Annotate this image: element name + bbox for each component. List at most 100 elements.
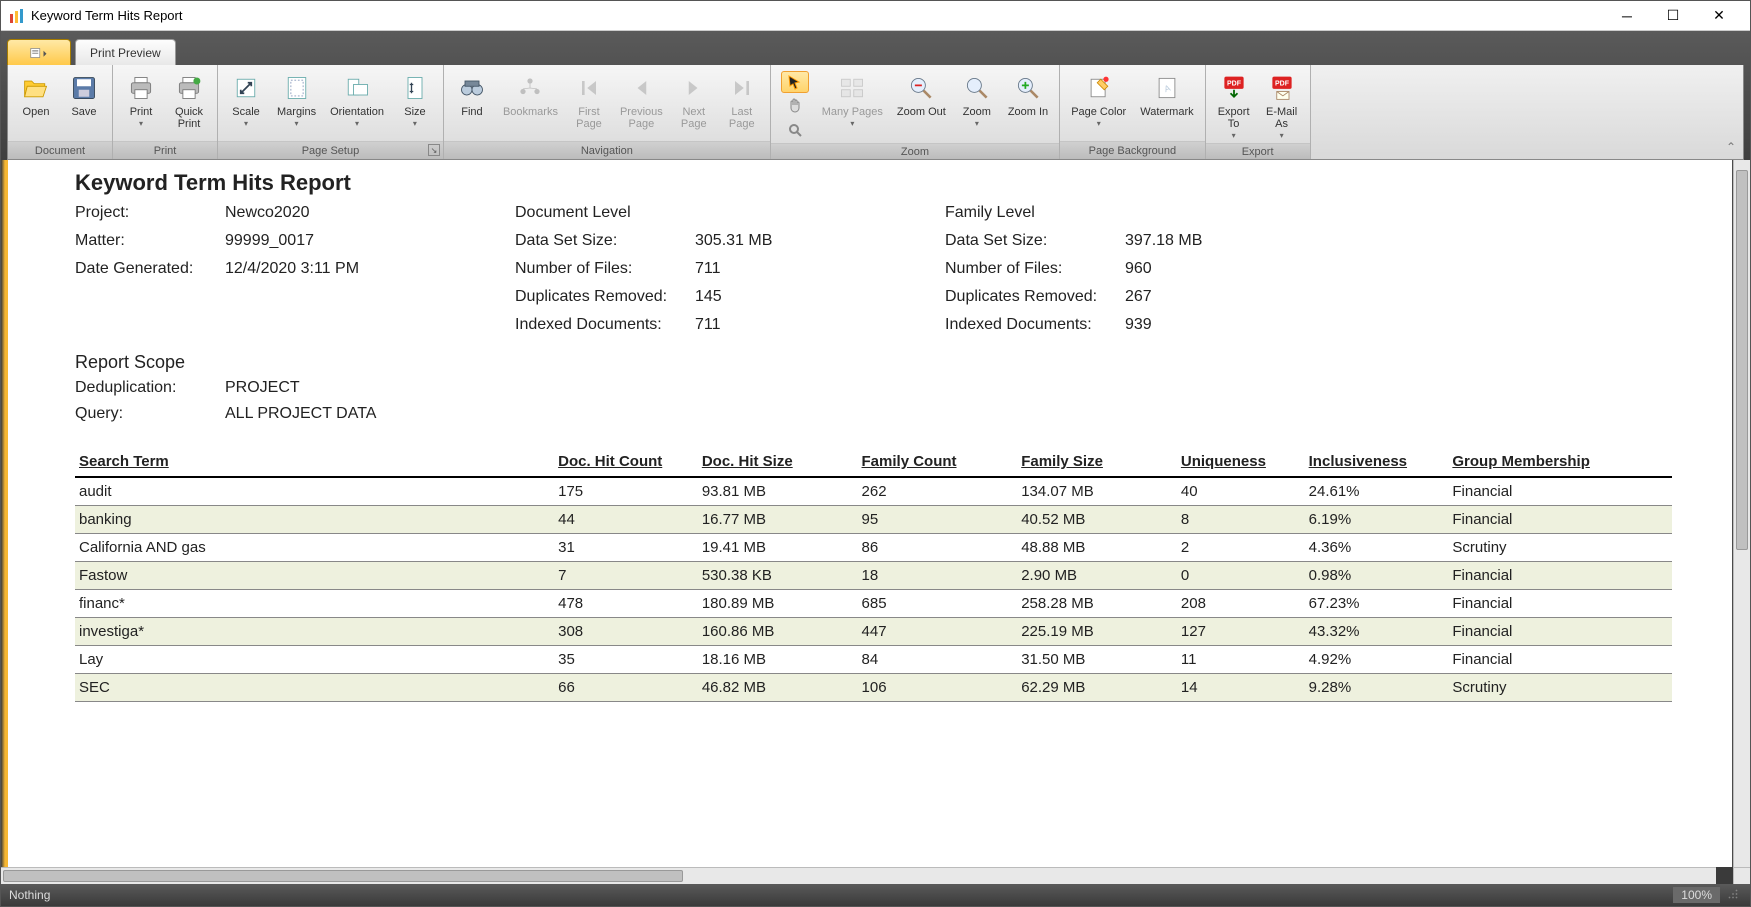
pointer-tool-button[interactable] (781, 71, 809, 93)
group-label-page-setup: Page Setup↘ (218, 141, 443, 159)
save-button[interactable]: Save (62, 69, 106, 121)
many-pages-button[interactable]: Many Pages▾ (817, 69, 888, 131)
table-cell: 35 (554, 646, 698, 674)
table-cell: Financial (1448, 477, 1672, 506)
table-cell: 19.41 MB (698, 534, 858, 562)
doc-dup-value: 145 (695, 288, 855, 306)
table-cell: 9.28% (1305, 674, 1449, 702)
first-page-button[interactable]: First Page (567, 69, 611, 133)
table-cell: 31.50 MB (1017, 646, 1177, 674)
table-cell: 2 (1177, 534, 1305, 562)
report-title: Keyword Term Hits Report (75, 170, 1672, 196)
table-cell: SEC (75, 674, 554, 702)
ribbon-frame: Print Preview Open Save Document (1, 31, 1750, 160)
bookmarks-icon (514, 72, 546, 104)
page-setup-launcher[interactable]: ↘ (428, 144, 440, 156)
margins-button[interactable]: Margins▾ (272, 69, 321, 131)
group-label-page-background: Page Background (1060, 141, 1204, 159)
vertical-scroll-thumb[interactable] (1736, 170, 1748, 550)
scale-icon (230, 72, 262, 104)
table-cell: 18.16 MB (698, 646, 858, 674)
table-cell: Financial (1448, 562, 1672, 590)
resize-grip-icon[interactable] (1726, 887, 1742, 903)
doc-indexed-value: 711 (695, 316, 855, 334)
date-value: 12/4/2020 3:11 PM (225, 260, 425, 278)
email-as-button[interactable]: PDF E-Mail As▾ (1260, 69, 1304, 143)
open-button[interactable]: Open (14, 69, 58, 121)
table-cell: 0 (1177, 562, 1305, 590)
table-cell: 95 (858, 506, 1018, 534)
scale-button[interactable]: Scale▾ (224, 69, 268, 131)
zoom-in-button[interactable]: Zoom In (1003, 69, 1053, 121)
horizontal-scrollbar[interactable] (1, 867, 1716, 884)
ribbon: Open Save Document Print ▾ (7, 65, 1744, 160)
zoom-button[interactable]: Zoom▾ (955, 69, 999, 131)
pdf-export-icon: PDF (1218, 72, 1250, 104)
printer-icon (125, 72, 157, 104)
save-icon (68, 72, 100, 104)
folder-open-icon (20, 72, 52, 104)
next-page-icon (678, 72, 710, 104)
table-cell: 62.29 MB (1017, 674, 1177, 702)
col-group: Group Membership (1448, 447, 1672, 477)
doc-dup-label: Duplicates Removed: (515, 288, 695, 306)
last-page-button[interactable]: Last Page (720, 69, 764, 133)
table-cell: 2.90 MB (1017, 562, 1177, 590)
table-row: investiga*308160.86 MB447225.19 MB12743.… (75, 618, 1672, 646)
magnify-tool-button[interactable] (781, 119, 809, 141)
maximize-button[interactable]: ☐ (1650, 2, 1696, 30)
page-size-icon (399, 72, 431, 104)
watermark-button[interactable]: A Watermark (1135, 69, 1198, 121)
table-cell: 4.92% (1305, 646, 1449, 674)
vertical-scrollbar[interactable] (1733, 160, 1750, 867)
table-cell: 308 (554, 618, 698, 646)
ribbon-group-page-setup: Scale▾ Margins▾ Orientation▾ Size▾ (218, 65, 444, 159)
zoom-out-button[interactable]: Zoom Out (892, 69, 951, 121)
table-cell: 46.82 MB (698, 674, 858, 702)
horizontal-scroll-thumb[interactable] (3, 870, 683, 882)
ribbon-group-navigation: Find Bookmarks First Page Previous Page (444, 65, 771, 159)
zoom-icon (961, 72, 993, 104)
next-page-button[interactable]: Next Page (672, 69, 716, 133)
scroll-corner (1733, 867, 1750, 884)
tab-print-preview[interactable]: Print Preview (75, 39, 176, 65)
previous-page-button[interactable]: Previous Page (615, 69, 668, 133)
zoom-level[interactable]: 100% (1673, 887, 1720, 903)
binoculars-icon (456, 72, 488, 104)
table-cell: 24.61% (1305, 477, 1449, 506)
table-cell: 18 (858, 562, 1018, 590)
find-button[interactable]: Find (450, 69, 494, 121)
watermark-icon: A (1151, 72, 1183, 104)
ribbon-collapse-button[interactable]: ⌃ (1723, 139, 1739, 155)
quick-print-button[interactable]: Quick Print (167, 69, 211, 133)
page-edge (1, 160, 15, 867)
col-doc-hit-size: Doc. Hit Size (698, 447, 858, 477)
page-color-button[interactable]: Page Color▾ (1066, 69, 1131, 131)
doc-indexed-label: Indexed Documents: (515, 316, 695, 334)
print-button[interactable]: Print ▾ (119, 69, 163, 131)
col-family-count: Family Count (858, 447, 1018, 477)
table-cell: 8 (1177, 506, 1305, 534)
statusbar: Nothing 100% (1, 884, 1750, 906)
family-level-header: Family Level (945, 204, 1125, 222)
size-button[interactable]: Size▾ (393, 69, 437, 131)
matter-label: Matter: (75, 232, 225, 250)
app-menu-button[interactable] (7, 39, 71, 65)
table-cell: Financial (1448, 590, 1672, 618)
export-to-button[interactable]: PDF Export To▾ (1212, 69, 1256, 143)
orientation-button[interactable]: Orientation▾ (325, 69, 389, 131)
close-button[interactable]: ✕ (1696, 2, 1742, 30)
table-cell: 86 (858, 534, 1018, 562)
bookmarks-button[interactable]: Bookmarks (498, 69, 563, 121)
table-cell: 11 (1177, 646, 1305, 674)
titlebar: Keyword Term Hits Report ─ ☐ ✕ (1, 1, 1750, 31)
minimize-button[interactable]: ─ (1604, 2, 1650, 30)
hand-tool-button[interactable] (781, 95, 809, 117)
table-cell: Scrutiny (1448, 674, 1672, 702)
results-table: Search Term Doc. Hit Count Doc. Hit Size… (75, 447, 1672, 702)
query-value: ALL PROJECT DATA (225, 405, 625, 423)
table-cell: 447 (858, 618, 1018, 646)
table-cell: 258.28 MB (1017, 590, 1177, 618)
first-page-icon (573, 72, 605, 104)
fam-data-set-size-value: 397.18 MB (1125, 232, 1245, 250)
